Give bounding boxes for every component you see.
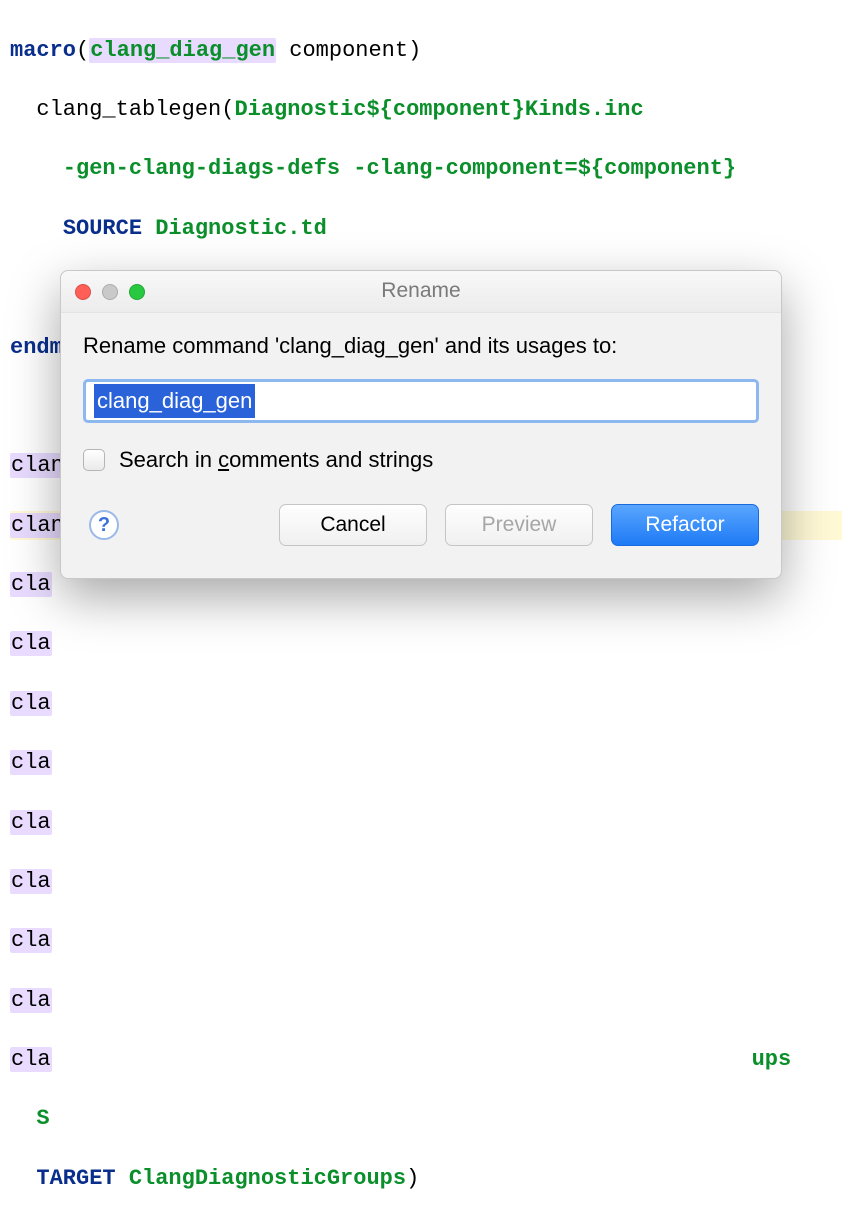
rename-input-wrap[interactable]: clang_diag_gen: [83, 379, 759, 423]
preview-button[interactable]: Preview: [445, 504, 593, 546]
search-comments-checkbox[interactable]: [83, 449, 105, 471]
cancel-button[interactable]: Cancel: [279, 504, 427, 546]
rename-dialog: Rename Rename command 'clang_diag_gen' a…: [60, 270, 782, 579]
dialog-titlebar[interactable]: Rename: [61, 271, 781, 313]
dialog-prompt: Rename command 'clang_diag_gen' and its …: [83, 331, 759, 361]
rename-input[interactable]: clang_diag_gen: [94, 384, 255, 418]
refactor-button[interactable]: Refactor: [611, 504, 759, 546]
macro-name: clang_diag_gen: [89, 38, 276, 63]
keyword-macro: macro: [10, 38, 76, 63]
search-comments-label: Search in comments and strings: [119, 445, 433, 475]
code-editor[interactable]: macro(clang_diag_gen component) clang_ta…: [0, 0, 852, 1224]
dialog-title: Rename: [61, 277, 781, 305]
help-button[interactable]: ?: [89, 510, 119, 540]
